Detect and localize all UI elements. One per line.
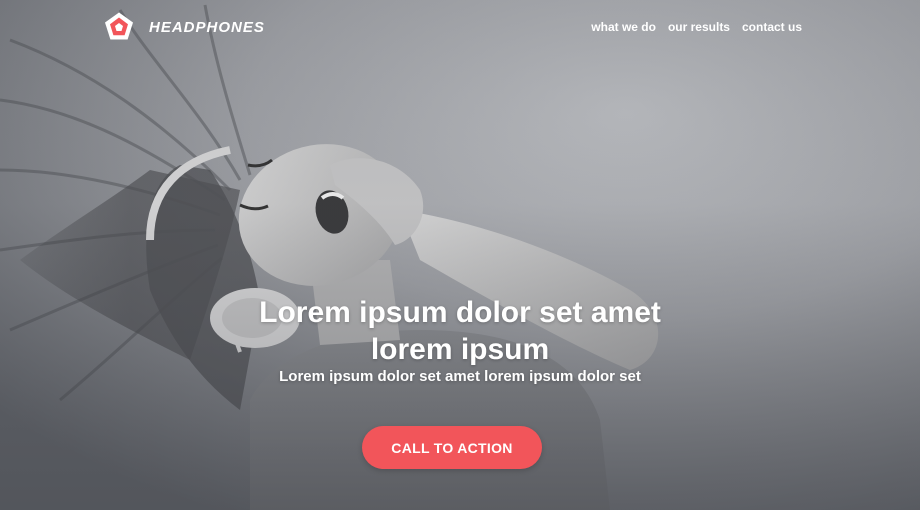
- nav-link-what-we-do[interactable]: what we do: [591, 20, 656, 34]
- pentagon-logo-icon: [105, 12, 133, 40]
- hero-section: HEADPHONES what we do our results contac…: [0, 0, 920, 510]
- hero-subheadline: Lorem ipsum dolor set amet lorem ipsum d…: [279, 368, 641, 385]
- call-to-action-button[interactable]: CALL TO ACTION: [362, 426, 542, 469]
- brand[interactable]: HEADPHONES: [103, 11, 265, 43]
- nav-link-our-results[interactable]: our results: [668, 20, 730, 34]
- hero-headline-line-1: Lorem ipsum dolor set amet: [259, 296, 661, 329]
- hero-headline-line-2: lorem ipsum: [370, 333, 550, 366]
- nav-links: what we do our results contact us: [591, 20, 802, 34]
- nav-link-contact-us[interactable]: contact us: [742, 20, 802, 34]
- brand-name: HEADPHONES: [149, 18, 265, 36]
- top-navigation: HEADPHONES what we do our results contac…: [0, 0, 920, 54]
- hero-headline: Lorem ipsum dolor set amet lorem ipsum: [0, 294, 920, 368]
